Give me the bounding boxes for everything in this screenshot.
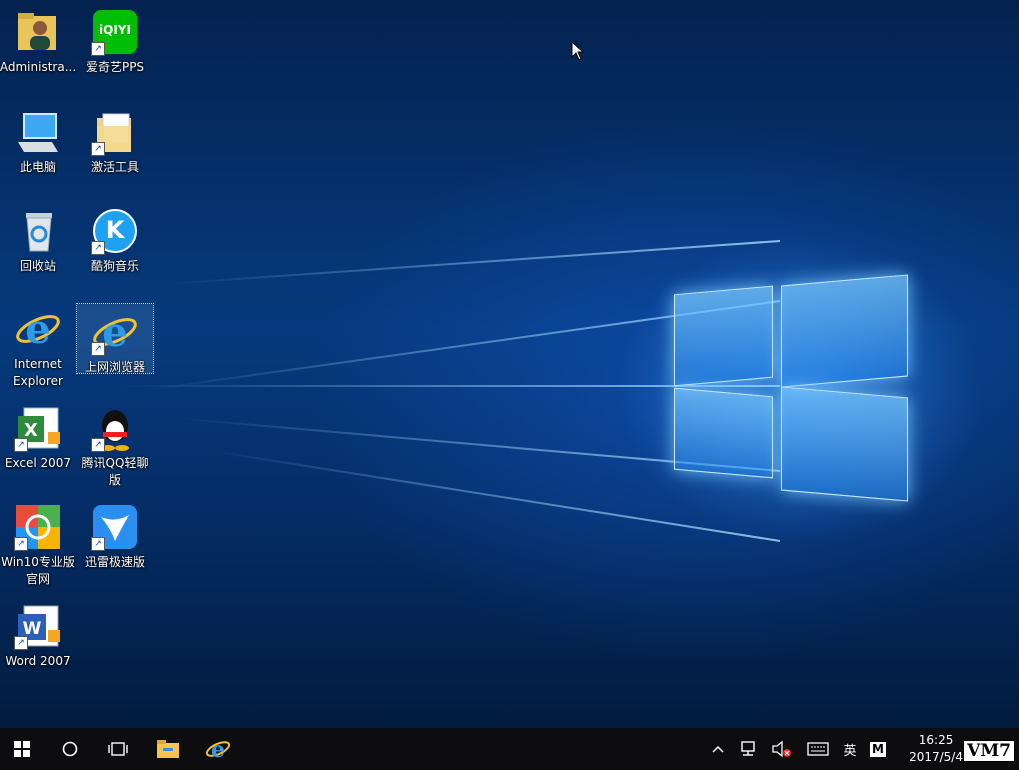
touch-keyboard-button[interactable]	[804, 728, 832, 770]
desktop-icon-administrator[interactable]: Administra...	[0, 4, 76, 76]
volume-muted-icon	[772, 740, 791, 758]
keyboard-icon	[807, 742, 829, 756]
task-view-button[interactable]	[96, 728, 140, 770]
shortcut-arrow-icon: ↗	[91, 241, 105, 255]
watermark-logo: VM7	[963, 740, 1015, 762]
chevron-up-icon	[712, 745, 724, 753]
svg-text:e: e	[25, 306, 50, 353]
search-button[interactable]	[48, 728, 92, 770]
ime-mode-label: M	[870, 741, 886, 757]
ie-icon: e	[14, 305, 62, 353]
desktop-icon-excel-2007[interactable]: X ↗ Excel 2007	[0, 400, 76, 472]
user-folder-icon	[14, 8, 62, 56]
xunlei-icon: ↗	[91, 503, 139, 551]
icon-label: 迅雷极速版	[84, 555, 145, 569]
ie-taskbar-button[interactable]: e	[196, 728, 240, 770]
win10-site-icon: ↗	[14, 503, 62, 551]
computer-icon	[14, 108, 62, 156]
desktop-icon-win10-site[interactable]: ↗ Win10专业版官网	[0, 499, 76, 588]
ime-mode-button[interactable]: M	[866, 728, 890, 770]
icon-label: Word 2007	[5, 654, 71, 668]
clock-time: 16:25	[918, 733, 954, 747]
file-explorer-icon	[157, 740, 179, 758]
kugou-logo-text: K	[105, 216, 125, 244]
windows-start-icon	[14, 741, 30, 757]
desktop-icon-qq[interactable]: ↗ 腾讯QQ轻聊版	[77, 400, 153, 489]
show-hidden-icons-button[interactable]	[706, 728, 730, 770]
clock-date: 2017/5/4	[909, 750, 963, 764]
svg-text:e: e	[211, 737, 225, 762]
shortcut-arrow-icon: ↗	[91, 342, 105, 356]
icon-label: Administra...	[0, 60, 77, 74]
recycle-bin-icon	[14, 207, 62, 255]
shortcut-arrow-icon: ↗	[14, 537, 28, 551]
desktop-icon-this-pc[interactable]: 此电脑	[0, 104, 76, 176]
shortcut-arrow-icon: ↗	[91, 438, 105, 452]
icon-label: 上网浏览器	[84, 360, 145, 374]
desktop-icon-web-browser[interactable]: e ↗ 上网浏览器	[76, 303, 154, 374]
icon-label: 爱奇艺PPS	[85, 60, 145, 74]
task-view-icon	[108, 742, 128, 756]
file-explorer-button[interactable]	[146, 728, 190, 770]
desktop-icon-xunlei[interactable]: ↗ 迅雷极速版	[77, 499, 153, 571]
icon-label: Internet Explorer	[13, 357, 63, 388]
shortcut-arrow-icon: ↗	[91, 42, 105, 56]
desktop-icon-recycle-bin[interactable]: 回收站	[0, 203, 76, 275]
iqiyi-logo-text: iQIYI	[99, 23, 131, 37]
icon-label: Win10专业版官网	[1, 555, 75, 586]
icon-label: Excel 2007	[4, 456, 72, 470]
iqiyi-icon: iQIYI ↗	[91, 8, 139, 56]
shortcut-arrow-icon: ↗	[14, 438, 28, 452]
clock[interactable]: 16:25 2017/5/4	[909, 732, 963, 766]
desktop-icon-word-2007[interactable]: W ↗ Word 2007	[0, 598, 76, 670]
folder-icon: ↗	[91, 108, 139, 156]
icon-label: 此电脑	[19, 160, 56, 174]
shortcut-arrow-icon: ↗	[91, 537, 105, 551]
icon-label: 酷狗音乐	[90, 259, 139, 273]
ie-icon: e	[205, 737, 231, 762]
volume-button[interactable]	[768, 728, 796, 770]
search-circle-icon	[62, 741, 78, 757]
svg-text:e: e	[102, 309, 127, 356]
network-button[interactable]	[736, 728, 762, 770]
qq-icon: ↗	[91, 404, 139, 452]
desktop[interactable]: Administra... iQIYI ↗ 爱奇艺PPS 此电脑 ↗ 激活工具 …	[0, 0, 1019, 728]
kugou-icon: K ↗	[91, 207, 139, 255]
excel-icon: X ↗	[14, 404, 62, 452]
start-button[interactable]	[0, 728, 44, 770]
icon-label: 腾讯QQ轻聊版	[81, 456, 149, 487]
desktop-icon-iqiyi[interactable]: iQIYI ↗ 爱奇艺PPS	[77, 4, 153, 76]
shortcut-arrow-icon: ↗	[14, 636, 28, 650]
taskbar[interactable]: e 英 M 16:25 2017/5/4 VM7	[0, 728, 1019, 770]
icon-label: 回收站	[19, 259, 56, 273]
light-beam	[161, 240, 781, 286]
desktop-icon-internet-explorer[interactable]: e Internet Explorer	[0, 301, 76, 390]
desktop-icon-kugou[interactable]: K ↗ 酷狗音乐	[77, 203, 153, 275]
shortcut-arrow-icon: ↗	[91, 142, 105, 156]
desktop-icon-activation-tool[interactable]: ↗ 激活工具	[77, 104, 153, 176]
network-icon	[741, 741, 755, 756]
input-language-button[interactable]: 英	[838, 728, 862, 770]
word-icon: W ↗	[14, 602, 62, 650]
ie-icon: e ↗	[91, 308, 139, 356]
icon-label: 激活工具	[90, 160, 139, 174]
mouse-cursor-icon	[571, 41, 585, 61]
